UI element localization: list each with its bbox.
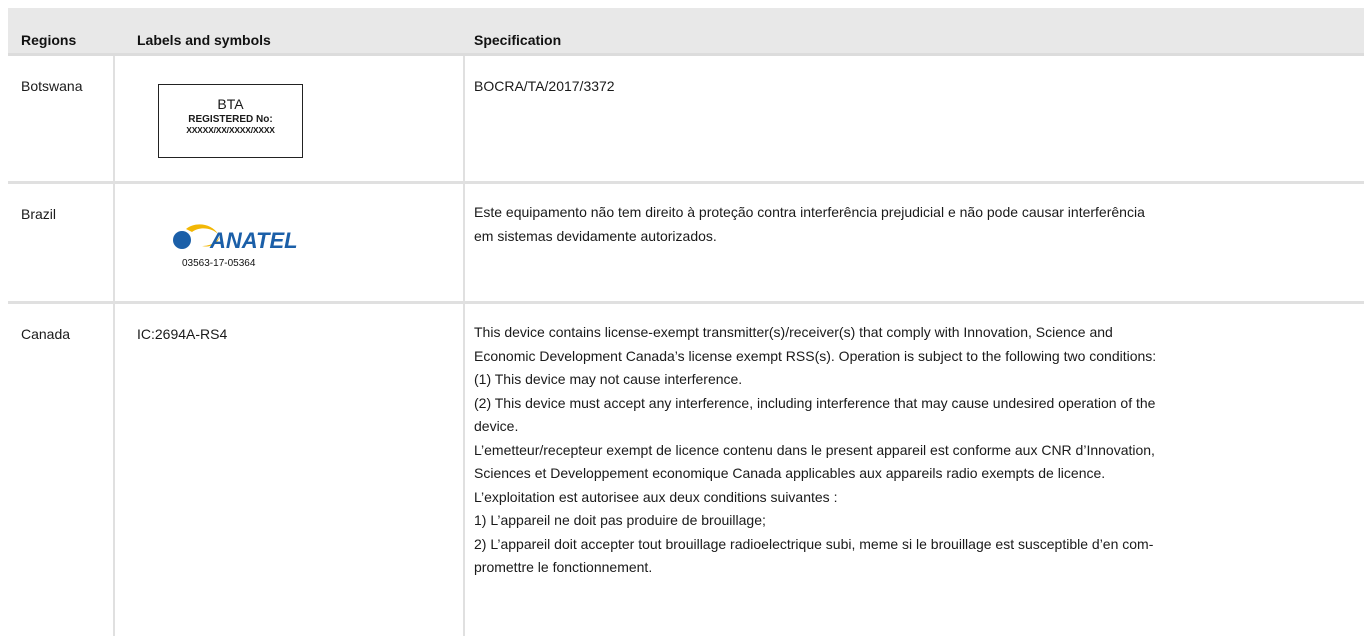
header-labels-and-symbols: Labels and symbols: [137, 32, 271, 48]
label-canada-ic: IC:2694A-RS4: [137, 326, 228, 342]
region-botswana: Botswana: [21, 78, 83, 94]
spec-line: Economic Development Canada’s license ex…: [474, 347, 1157, 364]
spec-line: device.: [474, 418, 519, 434]
bta-title: BTA: [217, 96, 244, 112]
anatel-logo-text: ANATEL: [209, 228, 298, 252]
spec-line: L’exploitation est autorisee aux deux co…: [474, 488, 838, 505]
spec-line: 2) L’appareil doit accepter tout brouill…: [474, 535, 1154, 552]
bta-number: XXXXX/XX/XXXX/XXXX: [186, 125, 275, 135]
bta-registered: REGISTERED No:: [188, 114, 273, 125]
region-brazil: Brazil: [21, 206, 57, 222]
spec-line: promettre le fonctionnement.: [474, 559, 653, 575]
spec-line: (2) This device must accept any interfer…: [474, 394, 1156, 411]
bta-registration-label: BTA REGISTERED No: XXXXX/XX/XXXX/XXXX: [158, 84, 303, 158]
spec-canada: This device contains license-exempt tran…: [474, 321, 1354, 580]
spec-botswana: BOCRA/TA/2017/3372: [474, 78, 615, 94]
spec-line: em sistemas devidamente autorizados.: [474, 227, 717, 244]
spec-line: This device contains license-exempt tran…: [474, 324, 1113, 340]
table-header: Regions Labels and symbols Specification: [8, 8, 1364, 56]
spec-brazil: Este equipamento não tem direito à prote…: [474, 201, 1354, 248]
spec-line: Sciences et Developpement economique Can…: [474, 465, 1106, 481]
anatel-code: 03563-17-05364: [182, 258, 256, 269]
anatel-logo-icon: ANATEL: [173, 224, 298, 252]
region-canada: Canada: [21, 326, 71, 342]
spec-line: (1) This device may not cause interferen…: [474, 371, 743, 387]
spec-line: 1) L’appareil ne doit pas produire de br…: [474, 512, 766, 528]
spec-line: Este equipamento não tem direito à prote…: [474, 204, 1145, 220]
header-specification: Specification: [474, 32, 562, 48]
regulatory-table: Regions Labels and symbols Specification…: [8, 8, 1364, 636]
header-regions: Regions: [21, 32, 77, 48]
spec-line: L’emetteur/recepteur exempt de licence c…: [474, 441, 1155, 458]
